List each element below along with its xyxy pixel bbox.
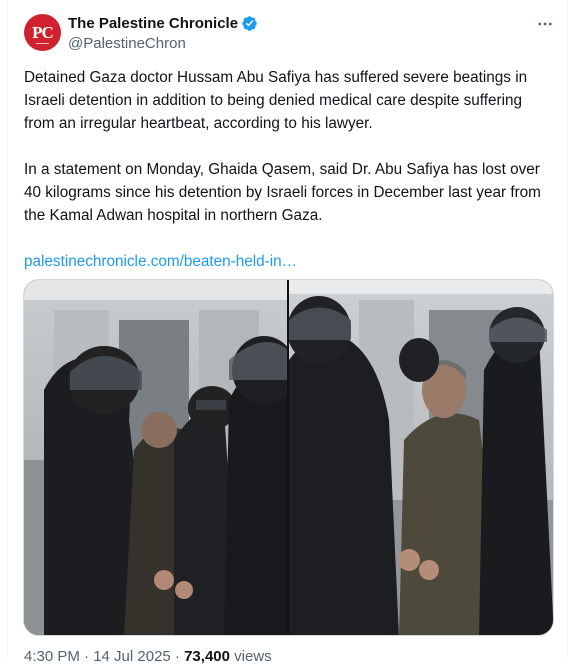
author-handle[interactable]: @PalestineChron [68,35,186,52]
author-display-name[interactable]: The Palestine Chronicle [68,15,238,32]
views-label: views [229,648,272,665]
avatar-logo-text: PC [32,22,54,42]
more-horizontal-icon [538,22,552,26]
avatar[interactable]: PC [24,14,61,51]
tweet-paragraph-1: Detained Gaza doctor Hussam Abu Safiya h… [24,69,528,132]
tweet-paragraph-2: In a statement on Monday, Ghaida Qasem, … [24,161,541,224]
tweet-metadata: 4:30 PM · 14 Jul 2025 · 73,400 views [24,648,272,665]
verified-badge-icon [241,15,258,32]
tweet-text: Detained Gaza doctor Hussam Abu Safiya h… [24,66,552,273]
author-name-row[interactable]: The Palestine Chronicle [68,15,258,32]
media-grid[interactable] [23,279,554,636]
avatar-decoration [24,43,61,45]
article-link[interactable]: palestinechronicle.com/beaten-held-in… [24,253,297,270]
view-count: 73,400 [184,648,230,665]
photo-left[interactable] [24,280,287,635]
photo-right[interactable] [289,280,553,635]
tweet-timestamp[interactable]: 4:30 PM · 14 Jul 2025 · [24,648,184,665]
more-options-button[interactable] [535,14,555,34]
